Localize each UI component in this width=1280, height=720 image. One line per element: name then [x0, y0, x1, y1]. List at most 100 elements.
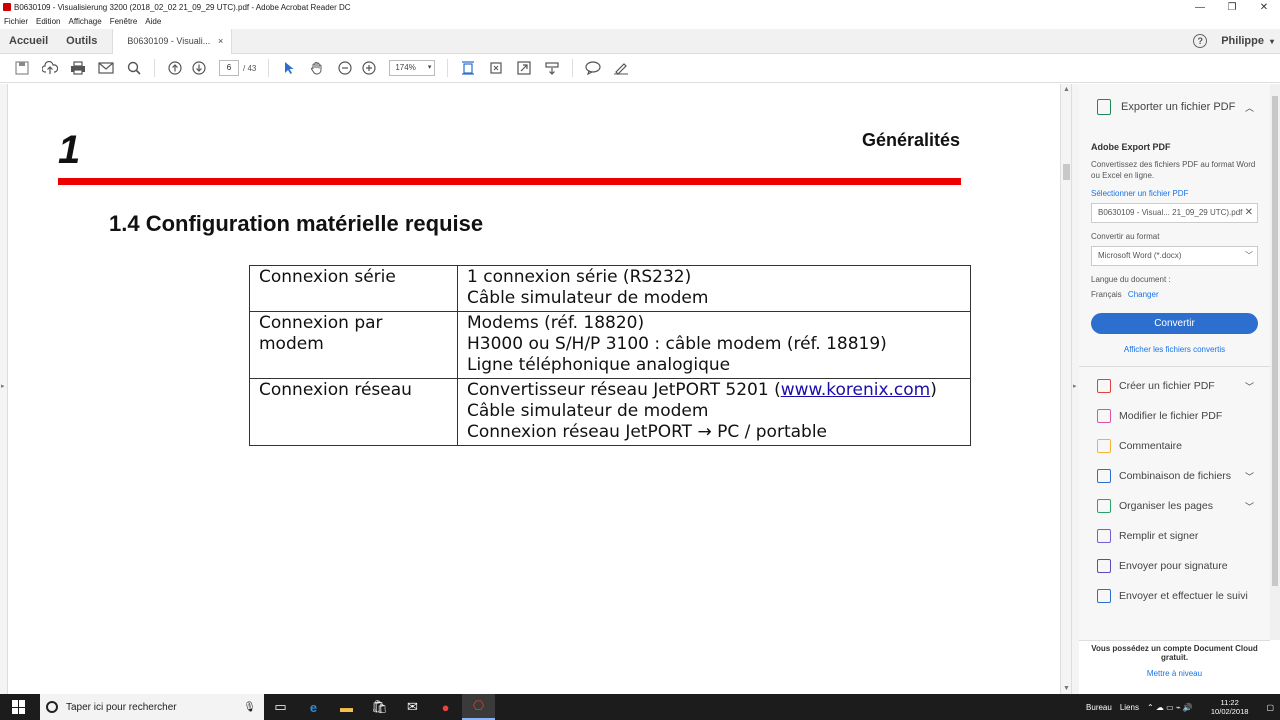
microphone-icon[interactable]: 🎙: [243, 702, 256, 713]
menu-aide[interactable]: Aide: [145, 15, 161, 29]
help-icon[interactable]: ?: [1193, 34, 1208, 48]
export-title: Adobe Export PDF: [1091, 142, 1171, 152]
upload-cloud-icon[interactable]: [40, 58, 60, 78]
clock[interactable]: 11:22 10/02/2018: [1211, 698, 1249, 716]
mail-icon[interactable]: ✉: [396, 694, 429, 720]
save-icon[interactable]: [12, 58, 32, 78]
tool-icon: [1097, 559, 1111, 573]
email-icon[interactable]: [96, 58, 116, 78]
panel-divider: [1079, 366, 1270, 367]
chevron-down-icon[interactable]: ▾: [1270, 37, 1274, 46]
chrome-icon[interactable]: ●: [429, 694, 462, 720]
system-tray: Bureau Liens ⌃ ☁ ▭ ⌁ 🔊 11:22 10/02/2018 …: [1086, 698, 1274, 716]
print-icon[interactable]: [68, 58, 88, 78]
table-row: Connexion réseau Convertisseur réseau Je…: [249, 378, 971, 446]
right-panel-toggle[interactable]: ▸: [1071, 84, 1079, 694]
chevron-down-icon[interactable]: ﹀: [1245, 500, 1254, 513]
scrollbar-thumb[interactable]: [1063, 164, 1070, 180]
menu-affichage[interactable]: Affichage: [68, 15, 101, 29]
tray-icons[interactable]: ⌃ ☁ ▭ ⌁ 🔊: [1147, 703, 1193, 712]
rotate-icon[interactable]: [486, 58, 506, 78]
tab-tools[interactable]: Outils: [57, 35, 106, 47]
select-file-link[interactable]: Sélectionner un fichier PDF: [1091, 189, 1258, 198]
tool-item[interactable]: Envoyer pour signature: [1079, 551, 1270, 581]
scrollbar-thumb[interactable]: [1272, 96, 1278, 586]
file-explorer-icon[interactable]: ▬: [330, 694, 363, 720]
zoom-out-icon[interactable]: [335, 58, 355, 78]
export-description: Convertissez des fichiers PDF au format …: [1091, 160, 1256, 180]
hand-tool-icon[interactable]: [307, 58, 327, 78]
tool-item[interactable]: Remplir et signer: [1079, 521, 1270, 551]
menu-fenetre[interactable]: Fenêtre: [110, 15, 138, 29]
right-panel-scrollbar[interactable]: [1270, 84, 1280, 640]
tab-home[interactable]: Accueil: [0, 35, 57, 47]
full-screen-icon[interactable]: [514, 58, 534, 78]
clear-file-icon[interactable]: ✕: [1245, 204, 1253, 222]
upgrade-link[interactable]: Mettre à niveau: [1079, 669, 1270, 678]
value-line-suffix: ): [930, 380, 937, 400]
export-pdf-header[interactable]: Exporter un fichier PDF ︿: [1079, 84, 1270, 130]
select-cursor-icon[interactable]: [279, 58, 299, 78]
task-view-icon[interactable]: ▭: [264, 694, 297, 720]
export-pdf-box: Adobe Export PDF Convertissez des fichie…: [1079, 142, 1270, 354]
search-icon[interactable]: [124, 58, 144, 78]
store-icon[interactable]: 🛍: [363, 694, 396, 720]
zoom-select[interactable]: 174%: [389, 60, 436, 76]
selected-file-name: B0630109 - Visual... 21_09_29 UTC).pdf: [1098, 208, 1243, 217]
page-down-icon[interactable]: [189, 58, 209, 78]
windows-start-icon[interactable]: [12, 700, 26, 714]
tool-item[interactable]: Commentaire: [1079, 431, 1270, 461]
selected-file-field[interactable]: B0630109 - Visual... 21_09_29 UTC).pdf ✕: [1091, 203, 1258, 223]
minimize-button[interactable]: —: [1184, 0, 1216, 15]
liens-toolbar[interactable]: Liens: [1120, 703, 1139, 712]
format-select-value: Microsoft Word (*.docx): [1098, 251, 1182, 260]
bureau-toolbar[interactable]: Bureau: [1086, 703, 1112, 712]
tool-item[interactable]: Combinaison de fichiers ﹀: [1079, 461, 1270, 491]
value-line-prefix: Convertisseur réseau JetPORT 5201 (: [467, 380, 781, 400]
menu-fichier[interactable]: Fichier: [4, 15, 28, 29]
korenix-link[interactable]: www.korenix.com: [781, 380, 931, 400]
tool-icon: [1097, 379, 1111, 393]
left-panel-toggle[interactable]: ▸: [0, 84, 8, 694]
chevron-down-icon[interactable]: ﹀: [1245, 380, 1254, 393]
format-select[interactable]: Microsoft Word (*.docx) ﹀: [1091, 246, 1258, 266]
tool-item[interactable]: Envoyer et effectuer le suivi: [1079, 581, 1270, 611]
chevron-down-icon[interactable]: ﹀: [1245, 470, 1254, 483]
chevron-down-icon: ﹀: [1245, 251, 1253, 260]
export-pdf-icon: [1097, 99, 1111, 115]
page-number-input[interactable]: 6: [219, 60, 239, 76]
fit-page-icon[interactable]: [458, 58, 478, 78]
tool-item[interactable]: Modifier le fichier PDF: [1079, 401, 1270, 431]
chevron-up-icon[interactable]: ︿: [1245, 101, 1254, 114]
show-converted-link[interactable]: Afficher les fichiers convertis: [1091, 345, 1258, 354]
close-window-button[interactable]: ✕: [1248, 0, 1280, 15]
convert-format-label: Convertir au format: [1091, 232, 1160, 241]
zoom-in-icon[interactable]: [359, 58, 379, 78]
tab-document[interactable]: B0630109 - Visuali... ×: [112, 28, 233, 54]
page-up-icon[interactable]: [165, 58, 185, 78]
taskbar-search[interactable]: Taper ici pour rechercher 🎙: [40, 694, 264, 720]
acrobat-taskbar-icon[interactable]: ⎔: [462, 694, 495, 720]
taskbar-search-placeholder: Taper ici pour rechercher: [66, 701, 177, 713]
notifications-icon[interactable]: ▢: [1266, 703, 1274, 712]
menu-edition[interactable]: Edition: [36, 15, 60, 29]
toolbar: 6 / 43 174%: [0, 54, 1280, 83]
close-tab-icon[interactable]: ×: [218, 29, 223, 54]
scroll-down-icon[interactable]: ▼: [1063, 685, 1070, 692]
scroll-mode-icon[interactable]: [542, 58, 562, 78]
highlight-pen-icon[interactable]: [611, 58, 631, 78]
document-cloud-text: Vous possédez un compte Document Cloud g…: [1091, 644, 1258, 662]
tool-item[interactable]: Organiser les pages ﹀: [1079, 491, 1270, 521]
comment-icon[interactable]: [583, 58, 603, 78]
document-scrollbar[interactable]: ▲ ▼: [1060, 84, 1071, 694]
tool-icon: [1097, 469, 1111, 483]
scroll-up-icon[interactable]: ▲: [1063, 86, 1070, 93]
edge-icon[interactable]: e: [297, 694, 330, 720]
table-cell-value: 1 connexion série (RS232) Câble simulate…: [457, 265, 971, 312]
tool-item[interactable]: Créer un fichier PDF ﹀: [1079, 371, 1270, 401]
restore-button[interactable]: ❐: [1216, 0, 1248, 15]
convert-button[interactable]: Convertir: [1091, 313, 1258, 334]
change-language-link[interactable]: Changer: [1128, 290, 1159, 299]
user-menu[interactable]: Philippe: [1221, 35, 1264, 47]
tool-icon: [1097, 589, 1111, 603]
